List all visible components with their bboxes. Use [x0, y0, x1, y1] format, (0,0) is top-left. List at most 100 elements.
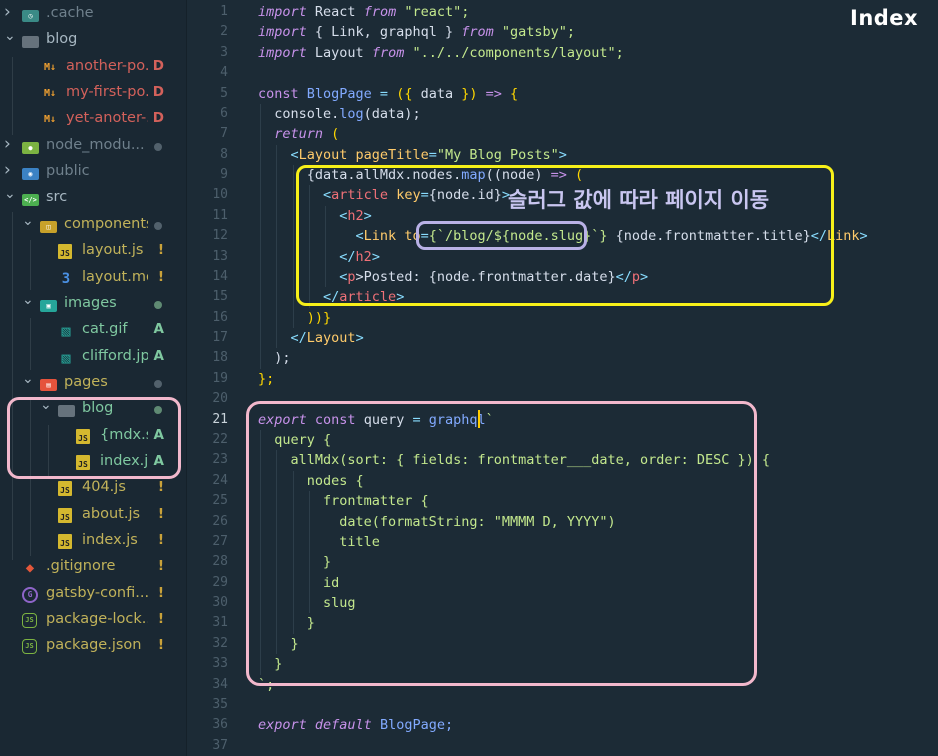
code-token: >: [859, 228, 868, 245]
chevron-down-icon[interactable]: ⌄: [4, 29, 16, 43]
code-token: import: [258, 4, 307, 20]
line-number: 8: [220, 146, 228, 162]
sidebar-item[interactable]: M↓ yet-anoter-...D: [0, 107, 186, 133]
git-status-badge: D: [152, 110, 164, 127]
line-number: 4: [220, 65, 228, 81]
git-status-badge: !: [157, 242, 164, 259]
sidebar-item-label: .gitignore: [46, 558, 116, 575]
code-token: return: [274, 126, 324, 143]
code-token: ))}: [258, 309, 332, 326]
code-line: };: [258, 369, 274, 389]
gatsby-icon: G: [22, 586, 38, 603]
line-number: 19: [212, 370, 228, 386]
sidebar-item[interactable]: › ◷ .cache: [0, 2, 186, 28]
line-number: 24: [212, 472, 228, 488]
tree-indent-guide: [12, 212, 13, 560]
line-number: 2: [220, 24, 228, 40]
code-token: );: [258, 350, 291, 367]
sidebar-item[interactable]: JS 404.js!: [0, 476, 186, 502]
chevron-down-icon[interactable]: ⌄: [4, 187, 16, 201]
sidebar-item[interactable]: ⌄ ◫ components: [0, 213, 186, 239]
code-token: >: [558, 146, 567, 163]
code-token: <: [258, 146, 299, 163]
sidebar-item[interactable]: › ● node_modu...: [0, 134, 186, 160]
line-number: 27: [212, 533, 228, 549]
sidebar-item[interactable]: M↓ another-po...D: [0, 55, 186, 81]
tree-indent-guide: [12, 57, 13, 135]
line-number: 11: [212, 207, 228, 223]
sidebar-item-label: 404.js: [82, 479, 126, 496]
chevron-right-icon[interactable]: ›: [4, 4, 14, 21]
chevron-right-icon[interactable]: ›: [4, 162, 14, 179]
sidebar-item[interactable]: ⌄ ▣ images: [0, 292, 186, 318]
git-status-badge: !: [157, 584, 164, 601]
code-token: =>: [485, 85, 502, 102]
sidebar-item[interactable]: › ◉ public: [0, 160, 186, 186]
sidebar-item-label: src: [46, 189, 68, 206]
git-status-badge: !: [157, 558, 164, 575]
code-token: Layout: [298, 146, 348, 163]
sidebar-item[interactable]: 3 layout.mo...!: [0, 266, 186, 292]
code-token: { Link, graphql }: [306, 24, 462, 41]
git-status-badge: A: [153, 321, 164, 338]
line-number: 20: [212, 391, 228, 407]
nodejs-icon: JS: [22, 613, 37, 629]
chevron-down-icon[interactable]: ⌄: [22, 293, 34, 307]
git-status-badge: !: [157, 532, 164, 548]
code-token: const: [258, 85, 299, 102]
sidebar-item-label: another-po...: [66, 57, 148, 74]
file-explorer-sidebar: ›◷.cache⌄blogM↓another-po...DM↓my-first-…: [0, 0, 187, 756]
sidebar-item-label: my-first-po...: [66, 84, 148, 101]
sidebar-item[interactable]: ⌄ blog: [0, 28, 186, 54]
line-number: 12: [212, 228, 228, 244]
sidebar-item[interactable]: M↓ my-first-po...D: [0, 81, 186, 107]
line-number: 25: [212, 493, 228, 509]
git-status-badge: !: [157, 268, 164, 285]
sidebar-item[interactable]: JS package.json!: [0, 634, 186, 660]
code-token: {: [501, 85, 519, 102]
line-number: 7: [220, 126, 228, 142]
line-number: 10: [212, 187, 228, 203]
code-token: ({: [388, 85, 421, 102]
sidebar-item[interactable]: ▧ cat.gif A: [0, 318, 186, 344]
sidebar-item[interactable]: JS layout.js!: [0, 239, 186, 265]
code-line: ))}: [258, 308, 331, 328]
public-folder-icon: ◉: [22, 168, 39, 181]
git-status-badge: A: [153, 347, 164, 364]
line-number: 13: [212, 248, 228, 264]
code-token: </: [258, 330, 307, 347]
chevron-down-icon[interactable]: ⌄: [22, 372, 34, 386]
line-number: 34: [212, 676, 228, 692]
line-number: 31: [212, 615, 228, 631]
line-number: 1: [220, 4, 228, 19]
nodejs-icon: JS: [22, 639, 37, 655]
code-token: >: [355, 330, 364, 347]
sidebar-item[interactable]: ⌄ ▤ pages: [0, 371, 186, 397]
line-number: 29: [212, 574, 228, 590]
sidebar-item[interactable]: JS index.js!: [0, 529, 186, 555]
sidebar-item[interactable]: JS package-lock...!: [0, 608, 186, 634]
code-token: (: [323, 126, 340, 143]
sidebar-item[interactable]: ▧ clifford.jpg A: [0, 345, 186, 371]
code-token: =: [428, 146, 437, 163]
sidebar-item[interactable]: JS about.js!: [0, 503, 186, 529]
sidebar-item[interactable]: ◆ .gitignore!: [0, 555, 186, 581]
line-number: 21: [212, 411, 228, 427]
highlight-box-query: [246, 401, 757, 686]
sidebar-item[interactable]: Ggatsby-confi...!: [0, 582, 186, 608]
code-token: =: [379, 85, 389, 102]
sidebar-item-label: blog: [46, 31, 78, 48]
code-line: </Layout>: [258, 328, 364, 348]
sidebar-item[interactable]: ⌄ </> src: [0, 186, 186, 212]
code-line: const BlogPage = ({ data }) => {: [258, 84, 518, 104]
code-token: }): [453, 85, 486, 102]
chevron-right-icon[interactable]: ›: [4, 135, 14, 152]
line-number: 14: [212, 268, 228, 284]
chevron-down-icon[interactable]: ⌄: [22, 214, 34, 228]
git-status-badge: D: [152, 57, 164, 74]
tree-indent-guide: [30, 318, 31, 370]
tree-indent-guide: [30, 240, 31, 290]
code-token: data: [420, 85, 454, 102]
git-status-dot: [154, 142, 162, 151]
git-status-badge: D: [152, 84, 164, 101]
